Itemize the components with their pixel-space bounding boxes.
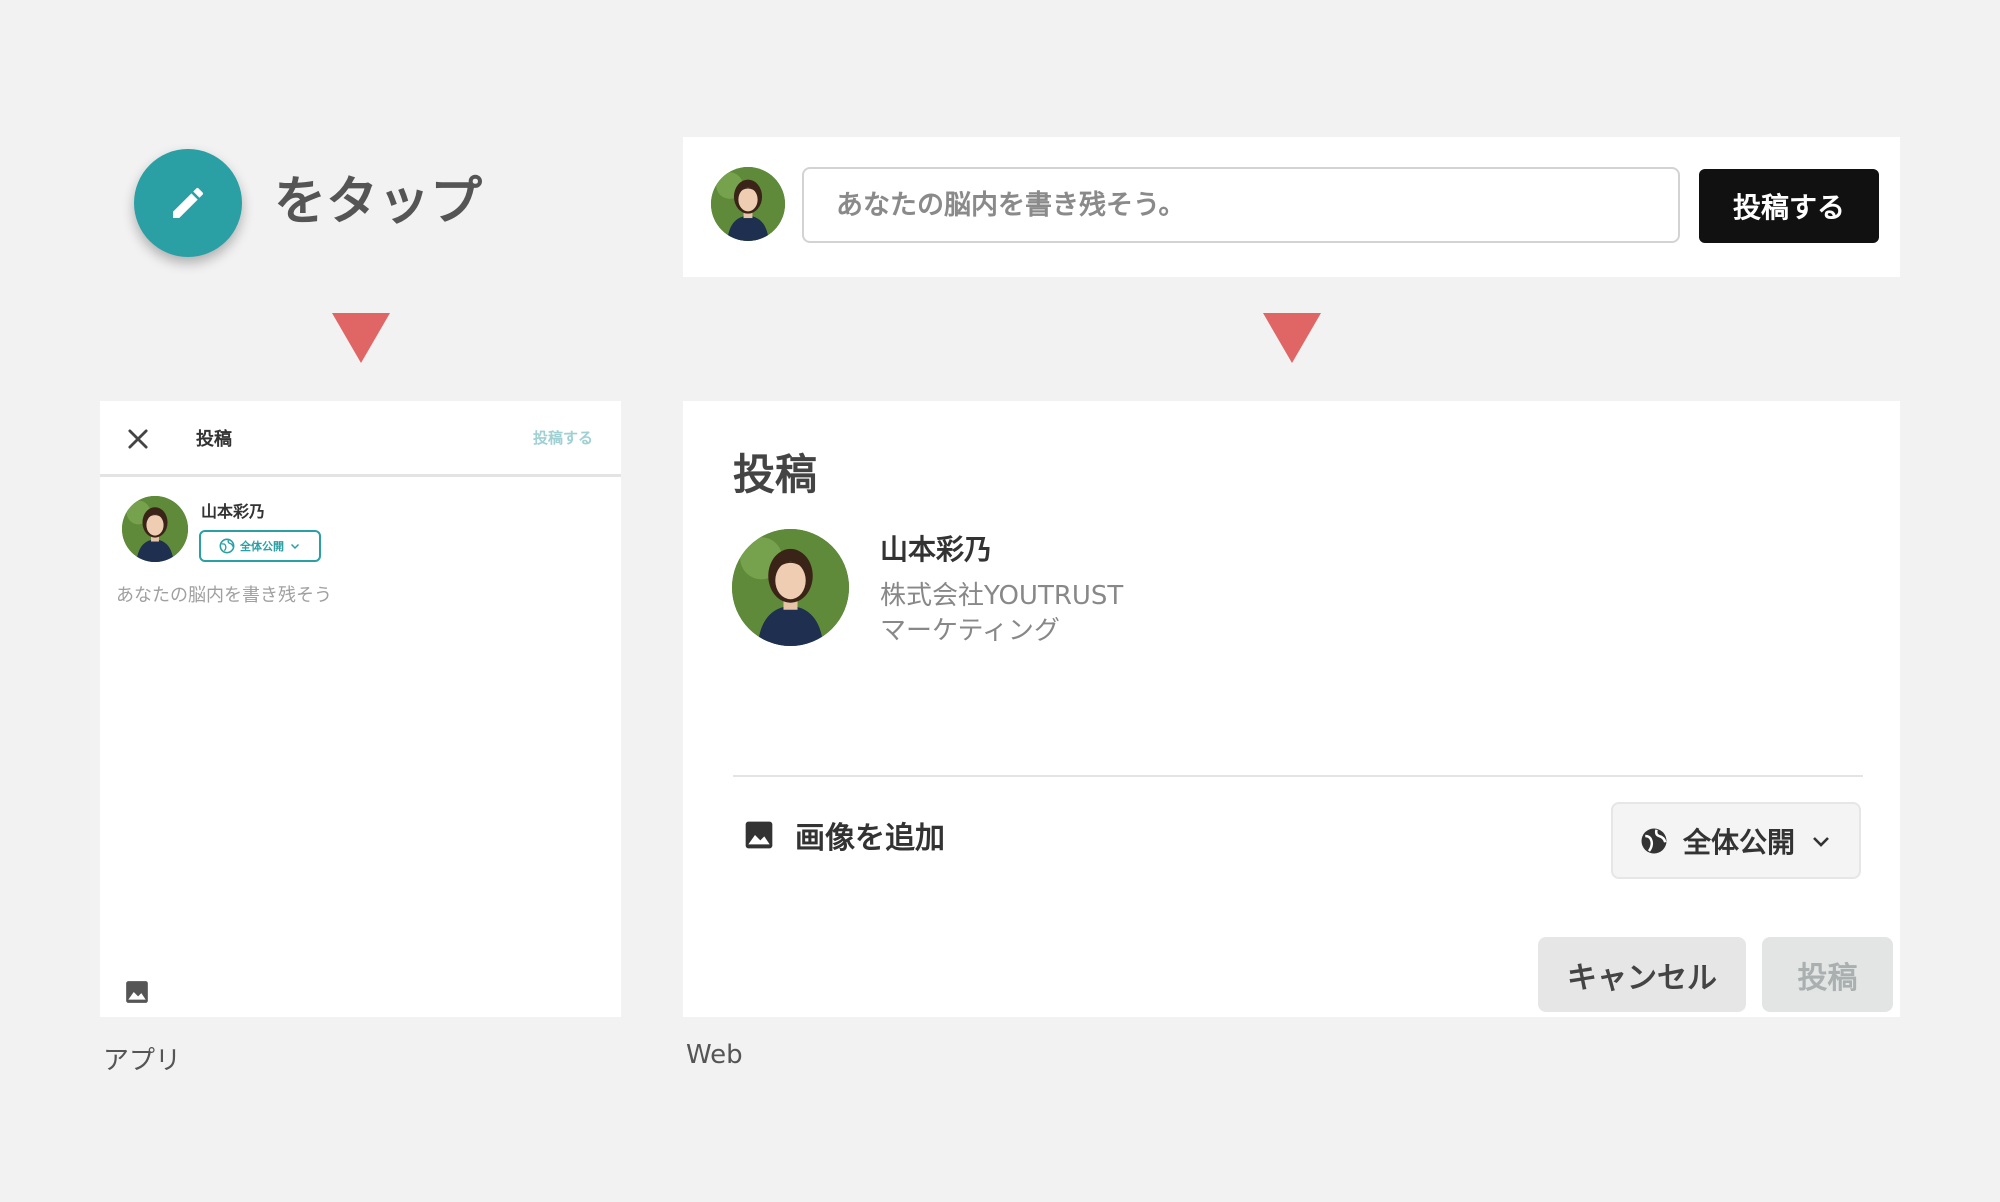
dialog-user-company: 株式会社YOUTRUST [880,581,1124,611]
app-down-arrow [332,313,390,363]
compose-fab[interactable] [134,149,242,257]
web-down-arrow [1263,313,1321,363]
dialog-user-name: 山本彩乃 [880,533,993,566]
chevron-down-icon [1813,836,1829,847]
dialog-title: 投稿 [733,450,818,499]
app-user-name: 山本彩乃 [201,502,266,521]
app-compose-screen: 投稿 投稿する 山本彩乃 全体公開 あなたの脳内を書き残そう [100,401,621,1017]
web-caption: Web [686,1040,743,1070]
globe-icon [1641,828,1667,853]
web-post-button[interactable]: 投稿する [1699,169,1879,243]
web-compose-dialog: 投稿 山本彩乃 株式会社YOUTRUST マーケティング 画像を追加 全体公開 [683,401,1900,1017]
app-caption: アプリ [103,1046,182,1076]
app-post-placeholder[interactable]: あなたの脳内を書き残そう [116,581,332,607]
close-icon[interactable] [124,425,152,453]
image-icon [745,821,773,849]
dialog-divider [733,775,1863,777]
app-post-button[interactable]: 投稿する [533,427,593,448]
submit-post-button[interactable]: 投稿 [1762,937,1893,1012]
web-post-input[interactable] [802,167,1680,243]
add-image-label: 画像を追加 [795,821,945,856]
app-header: 投稿 投稿する [100,401,621,477]
globe-icon [219,538,235,554]
dialog-visibility-select[interactable]: 全体公開 [1611,802,1861,879]
app-visibility-select[interactable]: 全体公開 [199,530,321,562]
app-title: 投稿 [196,429,232,450]
chevron-down-icon [290,543,300,550]
cancel-button[interactable]: キャンセル [1538,937,1746,1012]
add-image-button[interactable]: 画像を追加 [743,813,945,857]
avatar [122,496,188,562]
dialog-visibility-label: 全体公開 [1682,825,1795,859]
dialog-user-role: マーケティング [880,616,1060,646]
web-composer-bar: 投稿する [683,137,1900,277]
pencil-icon [173,187,204,218]
app-visibility-label: 全体公開 [240,540,284,553]
avatar [732,529,849,646]
image-icon[interactable] [124,979,150,1005]
avatar [711,167,785,241]
tap-instruction: をタップ [274,172,483,232]
